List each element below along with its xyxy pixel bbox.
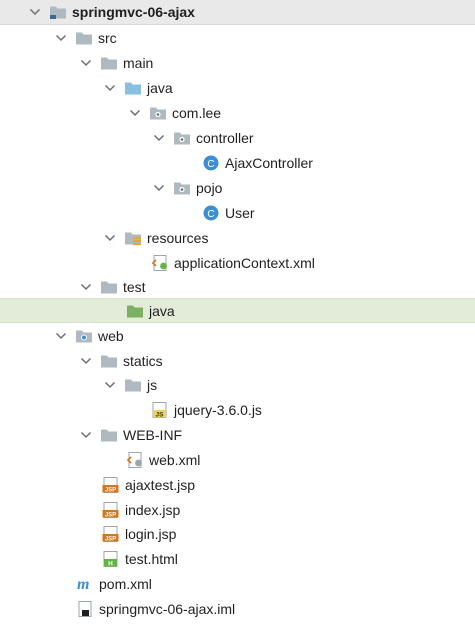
tree-node-index-jsp[interactable]: index.jsp (0, 497, 475, 522)
project-tree: springmvc-06-ajax src main java com.lee … (0, 0, 475, 625)
java-class-icon (202, 155, 220, 171)
tree-node-web[interactable]: web (0, 323, 475, 348)
jsp-file-icon (102, 526, 120, 542)
tree-node-js[interactable]: js (0, 372, 475, 397)
js-file-icon (151, 402, 169, 418)
tree-node-resources[interactable]: resources (0, 225, 475, 250)
tree-node-pojo[interactable]: pojo (0, 175, 475, 200)
tree-node-login-jsp[interactable]: login.jsp (0, 521, 475, 546)
tree-node-src[interactable]: src (0, 25, 475, 50)
tree-node-user[interactable]: User (0, 200, 475, 225)
tree-node-java-test[interactable]: java (0, 298, 475, 323)
tree-node-label: statics (123, 352, 163, 369)
tree-node-controller[interactable]: controller (0, 125, 475, 150)
package-folder-icon (149, 105, 167, 121)
test-source-folder-icon (126, 303, 144, 319)
tree-node-test-html[interactable]: test.html (0, 546, 475, 571)
web-folder-icon (75, 328, 93, 344)
tree-node-ajaxtest-jsp[interactable]: ajaxtest.jsp (0, 472, 475, 497)
chevron-down-icon[interactable] (151, 130, 167, 146)
maven-pom-icon (76, 576, 94, 592)
tree-node-ajax-controller[interactable]: AjaxController (0, 150, 475, 175)
tree-node-label: com.lee (172, 104, 222, 121)
chevron-down-icon[interactable] (78, 353, 94, 369)
java-class-icon (202, 205, 220, 221)
chevron-down-icon[interactable] (27, 4, 43, 20)
folder-icon (100, 353, 118, 369)
chevron-down-icon[interactable] (102, 230, 118, 246)
tree-node-test[interactable]: test (0, 274, 475, 299)
chevron-down-icon[interactable] (127, 105, 143, 121)
folder-icon (124, 377, 142, 393)
tree-node-label: pom.xml (99, 575, 152, 592)
tree-node-main[interactable]: main (0, 50, 475, 75)
xml-file-icon (151, 255, 169, 271)
chevron-down-icon[interactable] (78, 279, 94, 295)
chevron-down-icon[interactable] (151, 180, 167, 196)
tree-node-label: ajaxtest.jsp (125, 476, 196, 493)
tree-node-com-lee[interactable]: com.lee (0, 100, 475, 125)
xml-file-icon (126, 452, 144, 468)
tree-node-label: test (123, 278, 146, 295)
tree-node-pom-xml[interactable]: pom.xml (0, 571, 475, 596)
tree-node-label: java (149, 302, 175, 319)
folder-icon (75, 30, 93, 46)
tree-node-iml[interactable]: springmvc-06-ajax.iml (0, 596, 475, 621)
chevron-down-icon[interactable] (53, 328, 69, 344)
tree-node-label: index.jsp (125, 501, 181, 518)
tree-node-label: login.jsp (125, 525, 177, 542)
iml-module-icon (76, 601, 94, 617)
chevron-down-icon[interactable] (53, 30, 69, 46)
chevron-down-icon[interactable] (78, 427, 94, 443)
tree-node-application-context[interactable]: applicationContext.xml (0, 250, 475, 275)
tree-node-label: AjaxController (225, 154, 313, 171)
tree-node-label: jquery-3.6.0.js (174, 401, 262, 418)
folder-icon (100, 55, 118, 71)
tree-node-label: web.xml (149, 451, 201, 468)
tree-node-web-inf[interactable]: WEB-INF (0, 422, 475, 447)
chevron-down-icon[interactable] (102, 377, 118, 393)
tree-node-label: applicationContext.xml (174, 254, 315, 271)
folder-icon (100, 427, 118, 443)
chevron-down-icon[interactable] (102, 80, 118, 96)
package-folder-icon (173, 180, 191, 196)
module-folder-icon (49, 4, 67, 20)
tree-node-label: springmvc-06-ajax (72, 4, 195, 20)
tree-node-label: src (98, 29, 117, 46)
tree-node-label: java (147, 79, 173, 96)
tree-node-web-xml[interactable]: web.xml (0, 447, 475, 472)
tree-node-statics[interactable]: statics (0, 348, 475, 373)
tree-node-label: js (147, 376, 158, 393)
tree-node-label: web (98, 327, 124, 344)
tree-node-label: WEB-INF (123, 426, 183, 443)
html-file-icon (102, 551, 120, 567)
jsp-file-icon (102, 502, 120, 518)
resources-folder-icon (124, 230, 142, 246)
tree-node-jquery[interactable]: jquery-3.6.0.js (0, 397, 475, 422)
jsp-file-icon (102, 477, 120, 493)
folder-icon (100, 279, 118, 295)
tree-node-root[interactable]: springmvc-06-ajax (0, 0, 475, 25)
chevron-down-icon[interactable] (78, 55, 94, 71)
tree-node-java-main[interactable]: java (0, 75, 475, 100)
tree-node-label: springmvc-06-ajax.iml (99, 600, 236, 617)
tree-node-label: main (123, 54, 154, 71)
java-source-folder-icon (124, 80, 142, 96)
tree-node-label: pojo (196, 179, 223, 196)
tree-node-label: resources (147, 229, 209, 246)
tree-node-label: controller (196, 129, 254, 146)
tree-node-label: User (225, 204, 255, 221)
package-folder-icon (173, 130, 191, 146)
tree-node-label: test.html (125, 550, 178, 567)
